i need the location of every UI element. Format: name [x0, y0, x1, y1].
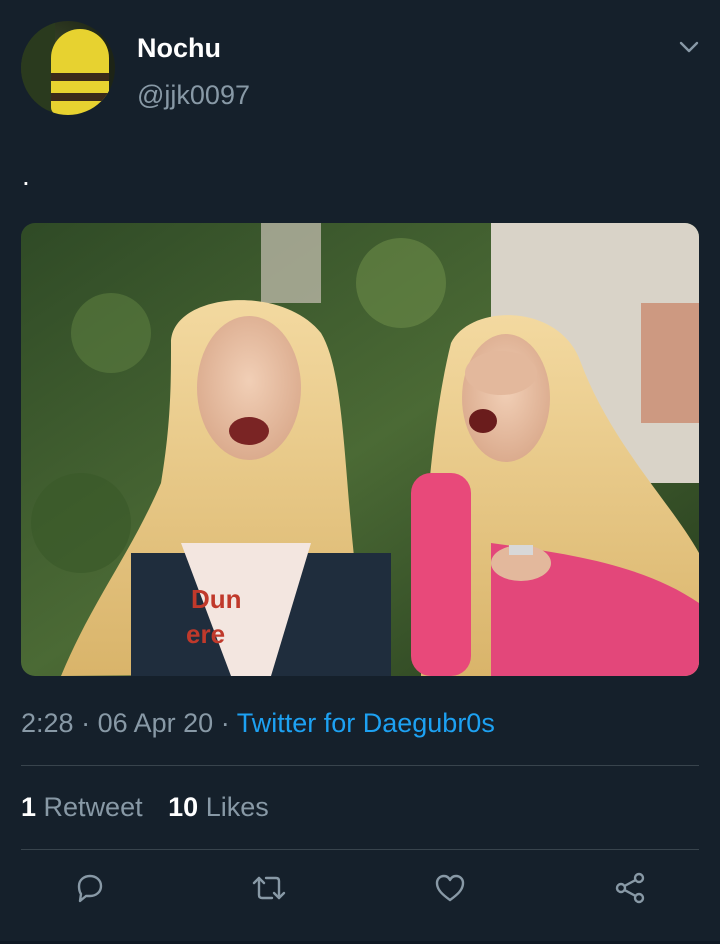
retweets-stat[interactable]: 1 Retweet — [21, 792, 143, 823]
author-handle[interactable]: @jjk0097 — [137, 80, 250, 111]
retweets-count: 1 — [21, 792, 37, 822]
likes-count: 10 — [168, 792, 199, 822]
reply-icon — [73, 871, 107, 910]
tweet-media-gif[interactable]: Dun ere — [21, 223, 699, 676]
separator: · — [220, 708, 230, 738]
author-name[interactable]: Nochu — [137, 33, 221, 64]
reply-button[interactable] — [70, 870, 110, 910]
likes-stat[interactable]: 10 Likes — [168, 792, 269, 823]
share-button[interactable] — [610, 870, 650, 910]
like-button[interactable] — [430, 870, 470, 910]
svg-text:ere: ere — [186, 619, 225, 649]
retweets-label: Retweet — [43, 792, 143, 822]
share-icon — [612, 870, 648, 911]
heart-icon — [433, 871, 467, 910]
tweet-stats: 1 Retweet 10 Likes — [21, 792, 269, 823]
tweet-source-link[interactable]: Twitter for Daegubr0s — [237, 708, 495, 738]
tweet-text: . — [22, 160, 30, 191]
retweet-icon — [251, 871, 287, 910]
tweet-meta: 2:28 · 06 Apr 20 · Twitter for Daegubr0s — [21, 708, 495, 739]
separator: · — [81, 708, 91, 738]
tweet-time: 2:28 — [21, 708, 74, 738]
retweet-button[interactable] — [249, 870, 289, 910]
svg-text:Dun: Dun — [191, 584, 242, 614]
tweet-date: 06 Apr 20 — [97, 708, 214, 738]
divider — [21, 849, 699, 850]
likes-label: Likes — [205, 792, 269, 822]
avatar[interactable] — [21, 21, 115, 115]
chevron-down-icon[interactable] — [676, 34, 702, 60]
divider — [21, 765, 699, 766]
